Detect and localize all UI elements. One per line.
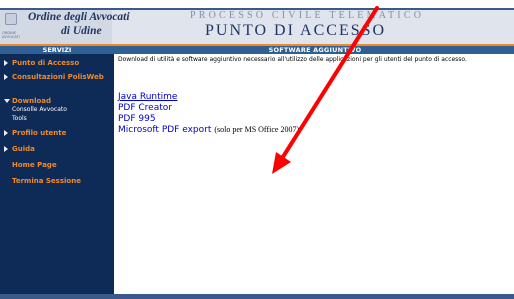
sidebar-item-label: Punto di Accesso: [12, 59, 80, 67]
app-subtitle: PROCESSO CIVILE TELEMATICO: [190, 10, 425, 21]
sidebar-item-label: Download: [12, 97, 52, 105]
app-title: PUNTO DI ACCESSO: [205, 22, 387, 39]
main-content: Download di utilità e software aggiuntiv…: [118, 54, 514, 294]
sidebar-item-label: Profilo utente: [12, 129, 67, 137]
bar-association-logo-icon: [5, 13, 17, 25]
sidebar-subitem-consolle-avvocato[interactable]: Consolle Avvocato: [12, 106, 112, 114]
sidebar-item-profilo-utente[interactable]: Profilo utente: [0, 128, 114, 138]
arrow-down-icon: [4, 99, 10, 103]
bottom-border: [0, 294, 514, 299]
list-item: Microsoft PDF export (solo per MS Office …: [118, 117, 512, 135]
sidebar-item-download[interactable]: Download: [0, 96, 114, 106]
sidebar-nav: Punto di Accesso Consultazioni PolisWeb …: [0, 54, 114, 294]
list-item: Java Runtime: [118, 84, 512, 102]
download-list: Java Runtime PDF Creator PDF 995 Microso…: [118, 84, 512, 135]
sidebar-item-termina-sessione[interactable]: Termina Sessione: [0, 176, 114, 186]
arrow-right-icon: [4, 60, 8, 66]
services-heading: SERVIZI: [42, 46, 72, 54]
download-link-microsoft-pdf-export[interactable]: Microsoft PDF export: [118, 125, 211, 135]
organization-name-line2: di Udine: [61, 25, 102, 37]
download-note: (solo per MS Office 2007): [214, 125, 300, 134]
organization-name-line1: Ordine degli Avvocati: [28, 11, 130, 23]
sidebar-subitem-tools[interactable]: Tools: [12, 115, 112, 123]
sidebar-item-label: Guida: [12, 145, 35, 153]
list-item: PDF 995: [118, 106, 512, 124]
section-title-bar: SERVIZI SOFTWARE AGGIUNTIVO: [0, 46, 514, 54]
organization-name: Ordine degli Avvocati di Udine: [28, 10, 178, 38]
sidebar-item-punto-di-accesso[interactable]: Punto di Accesso: [0, 58, 114, 68]
intro-text: Download di utilità e software aggiuntiv…: [118, 56, 467, 63]
page-section-heading: SOFTWARE AGGIUNTIVO: [268, 46, 362, 54]
arrow-right-icon: [4, 146, 8, 152]
sidebar-item-home-page[interactable]: Home Page: [0, 160, 114, 170]
sidebar-item-label: Home Page: [12, 161, 57, 169]
sidebar-item-guida[interactable]: Guida: [0, 144, 114, 154]
arrow-right-icon: [4, 130, 8, 136]
logo-caption: ORDINE AVVOCATI: [2, 31, 20, 39]
sidebar-item-label: Consultazioni PolisWeb: [12, 73, 104, 81]
sidebar-item-consultazioni-polisweb[interactable]: Consultazioni PolisWeb: [0, 72, 114, 92]
sidebar-item-label: Termina Sessione: [12, 177, 81, 185]
arrow-right-icon: [4, 74, 8, 80]
